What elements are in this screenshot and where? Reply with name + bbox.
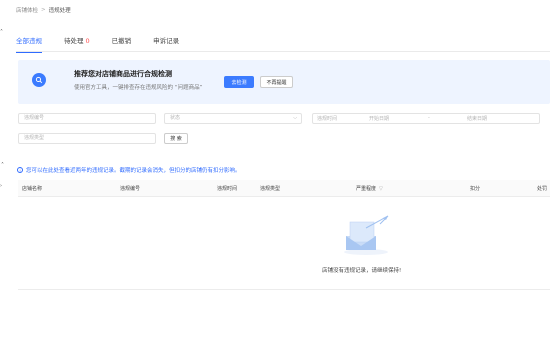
collapse-caret-icon[interactable]: ˄ [0,29,3,36]
info-icon: i [17,167,23,173]
shield-search-icon [32,73,46,87]
select-placeholder: 状态 [170,115,181,121]
tab-label: 全部违规 [16,37,42,45]
table-header: 店铺名称 违规编号 违规时间 违规类型 严重程度 ▽ 扣分 处罚 [18,180,550,197]
tab-revoked[interactable]: 已撤销 [112,34,132,52]
status-select[interactable]: 状态 ⌵ [164,113,302,124]
search-button[interactable]: 搜 索 [164,133,188,144]
violation-number-input[interactable]: 违规编号 [18,113,156,124]
column-header: 扣分 [470,186,481,192]
date-separator: - [428,115,430,121]
breadcrumb-separator: > [41,7,46,13]
notice-text: 您可以在此处查看近两年的违规记录。截期的记录会消失，但扣分的店铺仍有扣分影响。 [26,168,241,174]
violations-table: 店铺名称 违规编号 违规时间 违规类型 严重程度 ▽ 扣分 处罚 [18,180,550,197]
tab-all-violations[interactable]: 全部违规 [16,34,42,53]
breadcrumb-current: 违规处理 [48,8,71,14]
collapse-caret-icon[interactable]: ˄ [1,162,4,169]
start-date-input[interactable]: 开始日期 [369,115,389,122]
column-header: 违规时间 [217,186,238,192]
column-header-severity: 严重程度 ▽ [356,185,383,192]
tab-appeal-records[interactable]: 申诉记录 [153,34,179,52]
info-notice: i 您可以在此处查看近两年的违规记录。截期的记录会消失，但扣分的店铺仍有扣分影响… [17,166,241,174]
end-date-input[interactable]: 结束日期 [467,115,487,122]
column-header: 违规编号 [120,186,141,192]
violation-type-select[interactable]: 违规类型 [18,133,156,144]
column-header: 店铺名称 [22,186,43,192]
column-header: 严重程度 [356,186,377,192]
tab-label: 申诉记录 [153,37,180,45]
violation-date-range[interactable]: 违规时间 开始日期 - 结束日期 [312,113,540,124]
tab-label: 待处理 [64,37,84,45]
date-range-label: 违规时间 [317,116,338,122]
empty-state-text: 店铺没有违规记录，请继续保持! [322,268,402,274]
tab-label: 已撤销 [111,37,132,45]
chevron-down-icon: ⌵ [293,115,297,121]
chevron-right-icon[interactable]: › [0,183,2,189]
tab-bar: 全部违规 待处理 0 已撤销 申诉记录 [16,34,550,53]
breadcrumb-parent[interactable]: 店铺体检 [16,6,38,14]
banner-title: 推荐您对店铺商品进行合规检测 [74,70,172,78]
column-header: 处罚 [537,186,548,192]
breadcrumb: 店铺体检 > 违规处理 [16,5,71,15]
column-header: 违规类型 [260,186,281,192]
filter-icon[interactable]: ▽ [379,186,383,192]
input-placeholder: 违规编号 [24,115,45,121]
empty-mailbox-illustration [344,215,389,255]
tab-pending[interactable]: 待处理 0 [64,34,90,52]
tab-count-badge: 0 [85,37,90,45]
dismiss-reminder-button[interactable]: 不再提醒 [260,76,293,88]
go-check-button[interactable]: 去检测 [224,76,254,88]
table-bottom-divider [18,289,550,290]
select-placeholder: 违规类型 [24,135,45,141]
banner-description: 使用官方工具，一键排查存在违规风险的 “问题商品” [74,85,203,91]
